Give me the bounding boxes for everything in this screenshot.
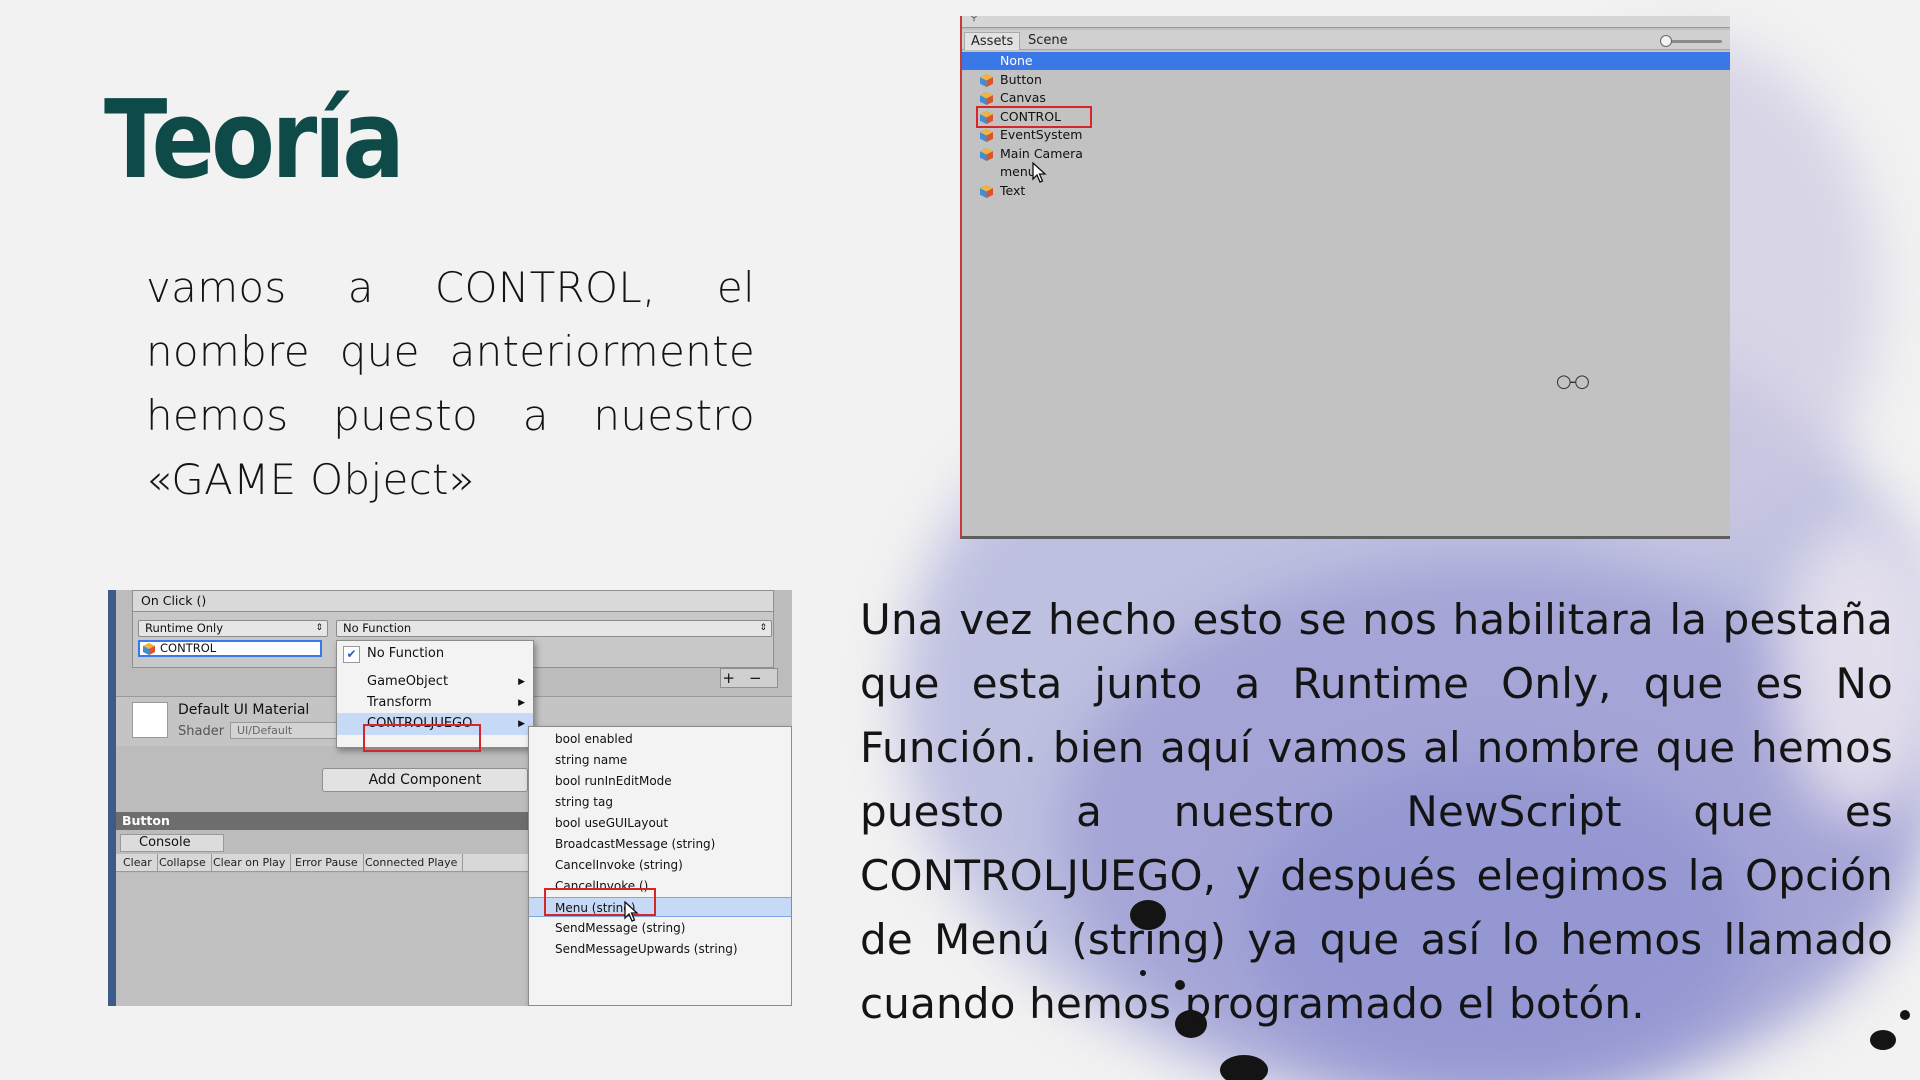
gameobject-cube-icon bbox=[980, 129, 993, 142]
gameobject-cube-icon bbox=[980, 74, 993, 87]
picker-item-eventsystem[interactable]: EventSystem bbox=[962, 126, 1730, 144]
dropdown-arrow-icon: ⇕ bbox=[759, 623, 767, 633]
picker-item-label: None bbox=[1000, 53, 1033, 68]
menu-item[interactable]: bool enabled bbox=[529, 729, 791, 749]
slide-title: Teoría bbox=[104, 78, 405, 203]
picker-item-label: Main Camera bbox=[1000, 146, 1083, 161]
picker-item-canvas[interactable]: Canvas bbox=[962, 89, 1730, 107]
console-connected-player-button[interactable]: Connected Playe bbox=[360, 854, 464, 872]
menu-item-no-function[interactable]: ✔ No Function bbox=[337, 643, 533, 665]
menu-item[interactable]: string tag bbox=[529, 792, 791, 812]
shader-dropdown[interactable]: UI/Default bbox=[230, 722, 340, 739]
material-swatch bbox=[132, 702, 168, 738]
picker-item-none[interactable]: None bbox=[962, 52, 1730, 70]
menu-item[interactable]: string name bbox=[529, 750, 791, 770]
picker-item-text[interactable]: Text bbox=[962, 182, 1730, 200]
console-clear-button[interactable]: Clear bbox=[118, 854, 158, 872]
onclick-header: On Click () bbox=[132, 590, 774, 612]
submenu-arrow-icon: ▶ bbox=[518, 677, 525, 687]
picker-item-menu[interactable]: menu bbox=[962, 163, 1730, 181]
tab-scene[interactable]: Scene bbox=[1022, 32, 1074, 50]
picker-tabs: Assets Scene bbox=[962, 30, 1730, 50]
menu-item-transform[interactable]: Transform ▶ bbox=[337, 692, 533, 714]
function-dropdown[interactable]: No Function ⇕ bbox=[336, 620, 772, 637]
highlight-box-controljuego bbox=[363, 724, 481, 752]
shader-label: Shader bbox=[178, 724, 225, 739]
object-picker-screenshot: ⚲ Assets Scene None Button Canvas CONTRO… bbox=[960, 16, 1730, 539]
add-component-button[interactable]: Add Component bbox=[322, 768, 528, 792]
picker-item-label: Button bbox=[1000, 72, 1042, 87]
submenu-arrow-icon: ▶ bbox=[518, 719, 525, 729]
picker-item-label: EventSystem bbox=[1000, 127, 1083, 142]
console-clear-on-play-button[interactable]: Clear on Play bbox=[208, 854, 292, 872]
console-error-pause-button[interactable]: Error Pause bbox=[290, 854, 364, 872]
menu-item[interactable]: bool runInEditMode bbox=[529, 771, 791, 791]
picker-item-label: Text bbox=[1000, 183, 1026, 198]
picker-item-main-camera[interactable]: Main Camera bbox=[962, 145, 1730, 163]
console-collapse-button[interactable]: Collapse bbox=[154, 854, 212, 872]
gameobject-cube-icon bbox=[980, 92, 993, 105]
add-remove-buttons[interactable]: +− bbox=[720, 668, 778, 688]
highlight-box-control bbox=[976, 106, 1092, 128]
ink-splat bbox=[1900, 1010, 1910, 1020]
function-dropdown-label: No Function bbox=[343, 621, 412, 635]
mouse-cursor-icon bbox=[624, 901, 639, 922]
minus-button[interactable]: − bbox=[749, 669, 776, 687]
picker-item-label: Canvas bbox=[1000, 90, 1046, 105]
zoom-slider-knob[interactable] bbox=[1660, 35, 1672, 47]
menu-item[interactable]: CancelInvoke (string) bbox=[529, 855, 791, 875]
menu-item[interactable]: SendMessage (string) bbox=[529, 918, 791, 938]
controljuego-submenu: bool enabled string name bool runInEditM… bbox=[528, 726, 792, 1006]
tab-assets[interactable]: Assets bbox=[964, 32, 1021, 50]
menu-item-label: GameObject bbox=[367, 674, 449, 689]
ink-splat bbox=[1220, 1055, 1268, 1080]
picker-item-button[interactable]: Button bbox=[962, 71, 1730, 89]
runtime-dropdown[interactable]: Runtime Only ⇕ bbox=[138, 620, 328, 637]
zoom-slider[interactable] bbox=[1664, 40, 1722, 43]
menu-item-label: Transform bbox=[367, 695, 432, 710]
paragraph-right: Una vez hecho esto se nos habilitara la … bbox=[860, 595, 1893, 1028]
search-field[interactable]: ⚲ bbox=[962, 16, 1730, 28]
runtime-dropdown-label: Runtime Only bbox=[145, 621, 224, 635]
plus-button[interactable]: + bbox=[722, 669, 749, 687]
checkmark-icon: ✔ bbox=[343, 646, 360, 663]
gameobject-cube-icon bbox=[143, 643, 155, 655]
search-icon: ⚲ bbox=[970, 16, 979, 23]
mouse-cursor-icon bbox=[1032, 162, 1047, 183]
object-field-value: CONTROL bbox=[160, 641, 217, 655]
tab-console[interactable]: Console bbox=[120, 834, 224, 852]
gameobject-cube-icon bbox=[980, 148, 993, 161]
object-field[interactable]: CONTROL bbox=[138, 640, 322, 657]
menu-item[interactable]: SendMessageUpwards (string) bbox=[529, 939, 791, 959]
submenu-arrow-icon: ▶ bbox=[518, 698, 525, 708]
menu-item-label: No Function bbox=[367, 646, 445, 661]
glasses-icon: ○‑○ bbox=[1556, 371, 1590, 392]
dropdown-arrow-icon: ⇕ bbox=[315, 623, 323, 633]
menu-item-gameobject[interactable]: GameObject ▶ bbox=[337, 671, 533, 693]
menu-item[interactable]: BroadcastMessage (string) bbox=[529, 834, 791, 854]
window-edge bbox=[108, 590, 116, 1006]
material-name: Default UI Material bbox=[178, 702, 310, 718]
paragraph-left: vamos a CONTROL, el nombre que anteriorm… bbox=[146, 263, 755, 504]
menu-item[interactable]: bool useGUILayout bbox=[529, 813, 791, 833]
gameobject-cube-icon bbox=[980, 185, 993, 198]
picker-item-label: menu bbox=[1000, 164, 1036, 179]
inspector-screenshot: On Click () Runtime Only ⇕ No Function ⇕… bbox=[108, 590, 792, 1006]
